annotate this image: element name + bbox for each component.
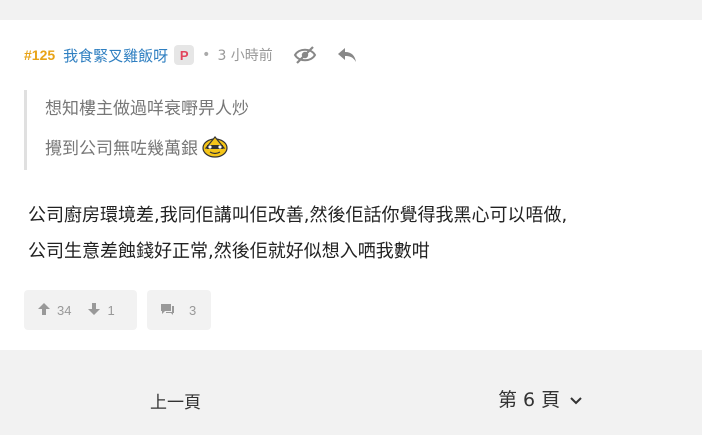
floor-number: #125 <box>24 47 56 63</box>
arrow-up-icon <box>37 302 51 319</box>
page-label: 第 6 頁 <box>498 389 561 411</box>
downvote-button[interactable]: 1 <box>87 302 115 319</box>
upvote-count: 34 <box>57 302 72 318</box>
quote-line: 攪到公司無咗幾萬銀 <box>45 134 230 163</box>
top-band <box>0 0 702 20</box>
hide-eye-icon[interactable] <box>293 44 317 66</box>
pagination: 上一頁 第 6 頁 <box>0 350 702 435</box>
comment-icon <box>159 302 175 319</box>
comment-box[interactable]: 3 <box>147 290 211 330</box>
page-select[interactable]: 第 6 頁 <box>498 385 582 412</box>
reply-icon[interactable] <box>335 44 359 66</box>
content-line: 公司生意差蝕錢好正常,然後佢就好似想入哂我數咁 <box>28 241 430 262</box>
username-link[interactable]: 我食緊叉雞飯呀 <box>63 45 168 66</box>
quote-text: 攪到公司無咗幾萬銀 <box>45 139 198 159</box>
quote-line: 想知樓主做過咩衰嘢畀人炒 <box>45 99 249 119</box>
arrow-down-icon <box>87 302 101 319</box>
comment-count: 3 <box>189 302 197 318</box>
content-line: 公司廚房環境差,我同佢講叫佢改善,然後佢話你覺得我黑心可以唔做, <box>28 205 568 226</box>
post-content: 公司廚房環境差,我同佢講叫佢改善,然後佢話你覺得我黑心可以唔做, 公司生意差蝕錢… <box>28 198 688 270</box>
emoji-face-icon <box>200 136 230 163</box>
user-badge: P <box>174 45 195 65</box>
upvote-button[interactable]: 34 <box>37 302 71 319</box>
comment-button[interactable]: 3 <box>159 302 196 319</box>
chevron-down-icon <box>570 388 582 410</box>
prev-page-button[interactable]: 上一頁 <box>150 388 201 413</box>
vote-box: 34 1 <box>24 290 137 330</box>
separator-dot: • <box>202 47 211 63</box>
post-time: 3 小時前 <box>217 48 273 64</box>
quote-block: 想知樓主做過咩衰嘢畀人炒 攪到公司無咗幾萬銀 <box>24 90 427 170</box>
post-meta: #125 我食緊叉雞飯呀 P • 3 小時前 <box>24 44 377 66</box>
downvote-count: 1 <box>107 302 115 318</box>
